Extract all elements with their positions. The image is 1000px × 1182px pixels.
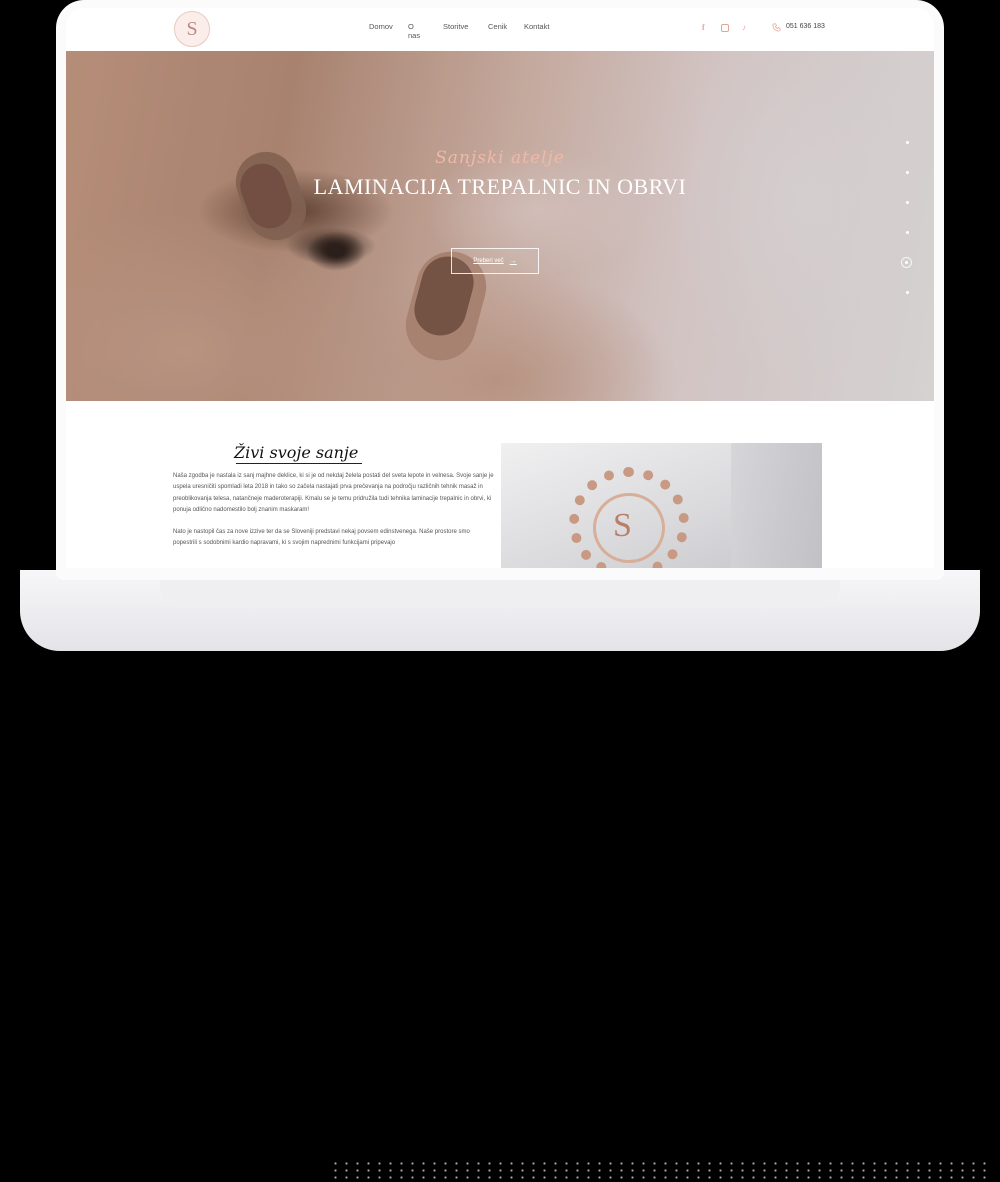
slider-dot[interactable] — [906, 201, 909, 204]
nav-kontakt[interactable]: Kontakt — [524, 22, 549, 31]
arrow-right-icon: → — [509, 257, 517, 265]
heading-underline — [236, 463, 362, 464]
wreath-letter: S — [613, 507, 632, 544]
wall-shade — [731, 443, 822, 568]
slider-dot[interactable] — [906, 171, 909, 174]
laptop-keyboard-area — [160, 578, 990, 1182]
atelier-logo-photo: S — [501, 443, 822, 568]
logo-letter: S — [186, 17, 198, 40]
hero-subtitle: Sanjski atelje — [435, 148, 565, 168]
read-more-label: Preberi več — [473, 258, 504, 264]
site-header: S Domov O nas Storitve Cenik Kontakt f ♪… — [66, 8, 934, 51]
hero-title: LAMINACIJA TREPALNIC IN OBRVI — [313, 174, 687, 199]
slider-dot[interactable] — [906, 291, 909, 294]
nav-o-nas[interactable]: O nas — [408, 22, 420, 40]
nav-storitve[interactable]: Storitve — [443, 22, 468, 31]
nav-domov[interactable]: Domov — [369, 22, 393, 31]
phone-icon — [772, 23, 781, 32]
about-section: Živi svoje sanje Naša zgodba je nastala … — [66, 401, 934, 568]
hero-slider: Sanjski atelje LAMINACIJA TREPALNIC IN O… — [66, 51, 934, 401]
about-heading: Živi svoje sanje — [234, 443, 359, 462]
instagram-icon[interactable] — [721, 24, 729, 32]
phone-number[interactable]: 051 636 183 — [786, 23, 825, 30]
facebook-icon[interactable]: f — [702, 23, 705, 32]
hero-overlay — [66, 51, 934, 401]
slider-dot[interactable] — [906, 231, 909, 234]
about-paragraph: Naša zgodba je nastala iz sanj majhne de… — [173, 473, 494, 514]
about-text: Naša zgodba je nastala iz sanj majhne de… — [173, 471, 495, 559]
slider-dot[interactable] — [906, 141, 909, 144]
read-more-button[interactable]: Preberi več → — [451, 248, 539, 274]
tiktok-icon[interactable]: ♪ — [742, 23, 746, 32]
about-paragraph: Nato je nastopil čas za nove izzive ter … — [173, 528, 470, 547]
nav-cenik[interactable]: Cenik — [488, 22, 507, 31]
slider-dot-active[interactable] — [901, 257, 912, 268]
browser-screen: S Domov O nas Storitve Cenik Kontakt f ♪… — [66, 8, 934, 568]
site-logo[interactable]: S — [174, 11, 210, 47]
